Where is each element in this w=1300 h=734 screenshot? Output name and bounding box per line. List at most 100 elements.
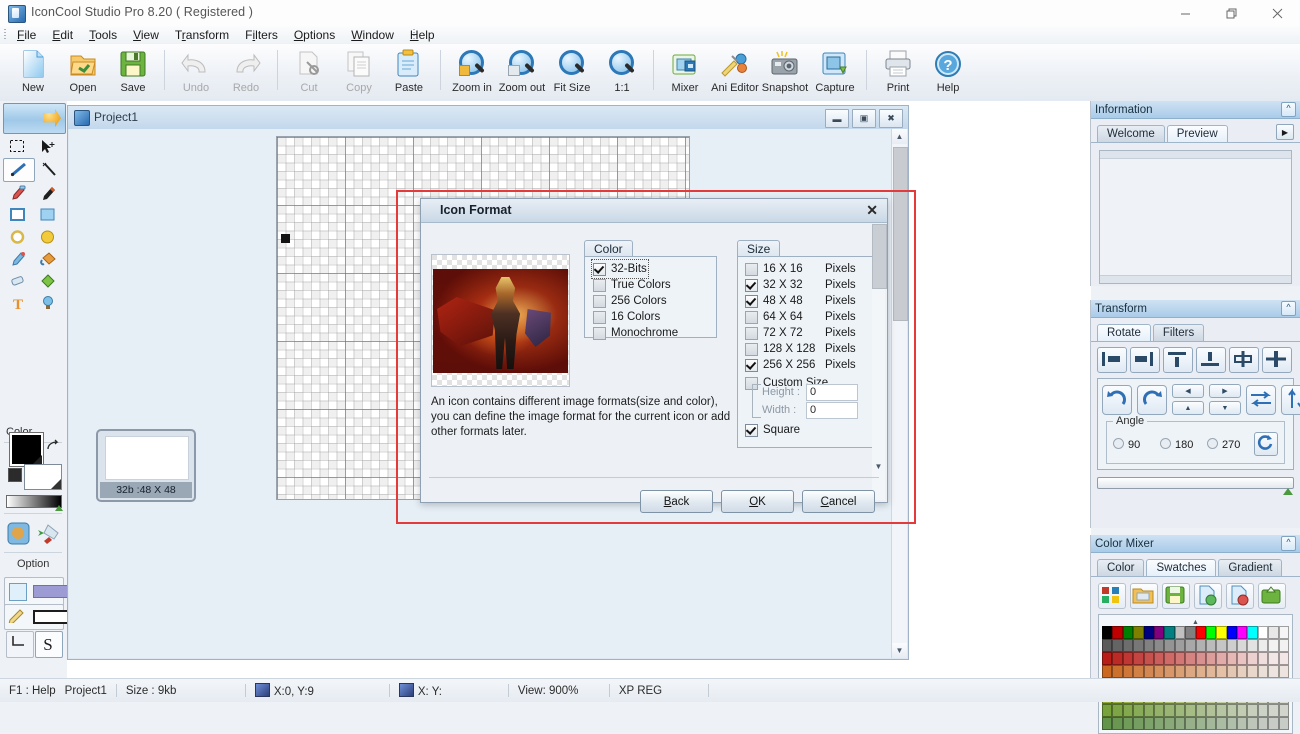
restore-button[interactable]: [1208, 0, 1254, 26]
swatch-cell[interactable]: [1153, 652, 1165, 665]
scroll-up-icon[interactable]: ▲: [892, 129, 907, 144]
swatch-cell[interactable]: [1226, 665, 1238, 678]
swatch-cell[interactable]: [1102, 665, 1113, 678]
nudge-left-icon[interactable]: ◀: [1172, 384, 1204, 398]
swatch-cell[interactable]: [1195, 704, 1206, 717]
menu-transform[interactable]: Transform: [167, 26, 237, 44]
swatch-cell[interactable]: [1268, 639, 1279, 652]
swatch-cell[interactable]: [1237, 652, 1248, 665]
swatch-cell[interactable]: [1205, 652, 1217, 665]
swatch-cell[interactable]: [1164, 652, 1175, 665]
swatch-cell[interactable]: [1164, 665, 1175, 678]
swatch-cell[interactable]: [1216, 704, 1227, 717]
toolbar-print-button[interactable]: Print: [873, 44, 923, 103]
size-option-256[interactable]: 256 X 256 Pixels: [745, 357, 874, 373]
swatch-cell[interactable]: [1122, 665, 1134, 678]
mdi-minimize-button[interactable]: ▬: [825, 109, 849, 128]
swatch-cell[interactable]: [1164, 626, 1175, 639]
align-center-horizontal-icon[interactable]: [1229, 347, 1259, 373]
swatch-cell[interactable]: [1133, 717, 1144, 730]
tab-welcome[interactable]: Welcome: [1097, 125, 1165, 142]
swatch-cell[interactable]: [1247, 639, 1258, 652]
swatch-cell[interactable]: [1143, 717, 1154, 730]
width-input[interactable]: 0: [806, 402, 858, 419]
chevron-up-icon[interactable]: ^: [1281, 301, 1296, 316]
swatch-cell[interactable]: [1112, 652, 1123, 665]
radio-270[interactable]: [1207, 437, 1218, 449]
swatch-cell[interactable]: [1102, 704, 1113, 717]
rotate-counterclockwise-icon[interactable]: [1102, 384, 1132, 415]
angle-option-90[interactable]: 90: [1113, 437, 1160, 451]
swatch-cell[interactable]: [1174, 639, 1186, 652]
size-option-72[interactable]: 72 X 72 Pixels: [745, 325, 874, 341]
swatch-cell[interactable]: [1143, 626, 1154, 639]
swatch-cell[interactable]: [1185, 704, 1196, 717]
tool-effects[interactable]: [33, 292, 63, 314]
swatch-cell[interactable]: [1257, 665, 1269, 678]
swatch-cell[interactable]: [1268, 652, 1279, 665]
tool-line[interactable]: [3, 158, 35, 182]
mdi-restore-button[interactable]: ▣: [852, 109, 876, 128]
toolbar-open-button[interactable]: Open: [58, 44, 108, 103]
swatch-cell[interactable]: [1185, 639, 1196, 652]
swatch-cell[interactable]: [1257, 626, 1269, 639]
align-left-icon[interactable]: [1097, 347, 1127, 373]
swatch-cell[interactable]: [1195, 652, 1206, 665]
fill-style-icon[interactable]: [9, 583, 27, 601]
color-option-256-colors[interactable]: 256 Colors: [593, 293, 716, 309]
swatch-cell[interactable]: [1133, 704, 1144, 717]
color-option-32-bits[interactable]: 32-Bits: [591, 259, 649, 279]
checkbox-48x48[interactable]: [745, 294, 758, 308]
dialog-scroll-down-icon[interactable]: ▼: [872, 462, 885, 476]
cancel-button[interactable]: Cancel: [802, 490, 875, 513]
swatch-cell[interactable]: [1112, 665, 1123, 678]
nudge-down-icon[interactable]: ▼: [1209, 401, 1241, 415]
dialog-scrollbar-thumb[interactable]: [872, 224, 887, 289]
swatch-cell[interactable]: [1112, 639, 1123, 652]
menu-file[interactable]: File: [9, 26, 44, 44]
tool-ellipse-filled[interactable]: [33, 226, 63, 248]
tool-move-selection[interactable]: [33, 136, 63, 158]
swatch-cell[interactable]: [1257, 717, 1269, 730]
menu-view[interactable]: View: [125, 26, 167, 44]
swatch-cell[interactable]: [1122, 626, 1134, 639]
radio-180[interactable]: [1160, 437, 1171, 449]
swatch-cell[interactable]: [1174, 652, 1186, 665]
canvas-pixel[interactable]: [281, 234, 290, 243]
swatch-palette[interactable]: ▲: [1098, 614, 1293, 734]
menu-window[interactable]: Window: [343, 26, 402, 44]
convert-to-vector-icon[interactable]: [6, 519, 62, 549]
tool-rectangle-filled[interactable]: [33, 204, 63, 226]
angle-option-180[interactable]: 180: [1160, 437, 1207, 451]
save-palette-icon[interactable]: [1162, 583, 1190, 609]
open-palette-icon[interactable]: [1130, 583, 1158, 609]
toolbar-capture-button[interactable]: Capture: [810, 44, 860, 103]
toolbar-fit-size-button[interactable]: Fit Size: [547, 44, 597, 103]
format-thumbnail[interactable]: 32b :48 X 48: [96, 429, 196, 502]
swatch-cell[interactable]: [1237, 717, 1248, 730]
tab-filters[interactable]: Filters: [1152, 324, 1205, 341]
swatch-cell[interactable]: [1268, 704, 1279, 717]
swatch-cell[interactable]: [1122, 652, 1134, 665]
swatch-cell[interactable]: [1278, 717, 1289, 730]
gradient-marker-icon[interactable]: [55, 505, 63, 511]
flip-vertical-icon[interactable]: [1281, 384, 1300, 415]
swatch-cell[interactable]: [1216, 717, 1227, 730]
swatch-cell[interactable]: [1185, 626, 1196, 639]
swatch-cell[interactable]: [1112, 626, 1123, 639]
swatch-cell[interactable]: [1195, 717, 1206, 730]
swatch-cell[interactable]: [1247, 717, 1258, 730]
size-option-64[interactable]: 64 X 64 Pixels: [745, 309, 874, 325]
swatch-cell[interactable]: [1278, 652, 1289, 665]
align-right-icon[interactable]: [1130, 347, 1160, 373]
swatch-cell[interactable]: [1268, 717, 1279, 730]
swatch-cell[interactable]: [1257, 704, 1269, 717]
background-color-swatch[interactable]: [24, 464, 62, 490]
rotate-clockwise-icon[interactable]: [1137, 384, 1167, 415]
swatch-cell[interactable]: [1247, 626, 1258, 639]
radio-90[interactable]: [1113, 437, 1124, 449]
angle-option-270[interactable]: 270: [1207, 437, 1254, 451]
swatch-cell[interactable]: [1153, 639, 1165, 652]
menu-edit[interactable]: Edit: [44, 26, 81, 44]
toolbar-paste-button[interactable]: Paste: [384, 44, 434, 103]
